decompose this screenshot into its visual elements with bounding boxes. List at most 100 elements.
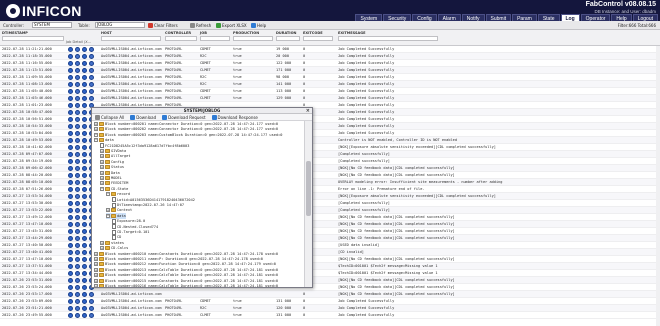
view-detail-icon[interactable]	[68, 82, 73, 87]
view-response-icon[interactable]	[82, 89, 87, 94]
table-scrollbar[interactable]	[656, 46, 660, 326]
view-response-icon[interactable]	[82, 61, 87, 66]
view-response-icon[interactable]	[82, 306, 87, 311]
download-row-icon[interactable]	[89, 47, 94, 52]
collapse-all-button[interactable]: Collapse All	[95, 114, 124, 120]
collapse-toggle-icon[interactable]: −	[106, 213, 110, 218]
table-row[interactable]: 2022-07-28 11:05:40.000 Au03VMLLIS004.ad.…	[0, 88, 660, 95]
view-request-icon[interactable]	[75, 152, 80, 157]
download-row-icon[interactable]	[89, 96, 94, 101]
table-row[interactable]: 2022-07-28 11:16:55.000 Au03VMLLIS004.ad.…	[0, 60, 660, 67]
expand-toggle-icon[interactable]: +	[100, 181, 104, 186]
filter-duration[interactable]	[276, 36, 300, 41]
view-response-icon[interactable]	[82, 222, 87, 227]
view-detail-icon[interactable]	[68, 103, 73, 108]
expand-toggle-icon[interactable]: +	[100, 170, 104, 175]
col-exitmessage[interactable]: EXITMESSAGE	[338, 31, 366, 35]
collapse-toggle-icon[interactable]: −	[106, 192, 110, 197]
view-detail-icon[interactable]	[68, 194, 73, 199]
download-row-icon[interactable]	[89, 306, 94, 311]
table-row[interactable]: 2022-07-28 11:21:21.000 Au03VMLLIS004.ad.…	[0, 46, 660, 53]
filter-job[interactable]	[200, 36, 230, 41]
controller-select[interactable]: SYSTEM	[32, 22, 72, 28]
view-response-icon[interactable]	[82, 124, 87, 129]
view-detail-icon[interactable]	[68, 292, 73, 297]
view-request-icon[interactable]	[75, 215, 80, 220]
filter-exitcode[interactable]	[303, 36, 333, 41]
popup-scroll-thumb[interactable]	[306, 161, 311, 216]
view-detail-icon[interactable]	[68, 313, 73, 318]
collapse-toggle-icon[interactable]: −	[100, 186, 104, 191]
view-detail-icon[interactable]	[68, 208, 73, 213]
view-detail-icon[interactable]	[68, 306, 73, 311]
view-detail-icon[interactable]	[68, 145, 73, 150]
view-detail-icon[interactable]	[68, 229, 73, 234]
collapse-toggle-icon[interactable]: −	[94, 138, 98, 143]
view-detail-icon[interactable]	[68, 285, 73, 290]
view-response-icon[interactable]	[82, 243, 87, 248]
view-request-icon[interactable]	[75, 306, 80, 311]
refresh-button[interactable]: Refresh	[190, 22, 211, 29]
view-request-icon[interactable]	[75, 145, 80, 150]
view-request-icon[interactable]	[75, 61, 80, 66]
view-response-icon[interactable]	[82, 299, 87, 304]
view-request-icon[interactable]	[75, 285, 80, 290]
view-response-icon[interactable]	[82, 138, 87, 143]
view-detail-icon[interactable]	[68, 271, 73, 276]
view-response-icon[interactable]	[82, 96, 87, 101]
view-response-icon[interactable]	[82, 257, 87, 262]
view-detail-icon[interactable]	[68, 110, 73, 115]
view-request-icon[interactable]	[75, 47, 80, 52]
download-row-icon[interactable]	[89, 68, 94, 73]
view-response-icon[interactable]	[82, 250, 87, 255]
download-row-icon[interactable]	[89, 89, 94, 94]
filter-exitmessage[interactable]	[338, 36, 438, 41]
view-response-icon[interactable]	[82, 173, 87, 178]
view-request-icon[interactable]	[75, 131, 80, 136]
view-response-icon[interactable]	[82, 236, 87, 241]
col-exitcode[interactable]: EXITCODE	[303, 31, 323, 35]
view-detail-icon[interactable]	[68, 166, 73, 171]
view-request-icon[interactable]	[75, 103, 80, 108]
view-request-icon[interactable]	[75, 110, 80, 115]
view-request-icon[interactable]	[75, 313, 80, 318]
view-request-icon[interactable]	[75, 89, 80, 94]
view-detail-icon[interactable]	[68, 215, 73, 220]
expand-toggle-icon[interactable]: +	[94, 122, 98, 126]
view-detail-icon[interactable]	[68, 75, 73, 80]
filter-dtimestamp[interactable]	[2, 36, 64, 41]
view-response-icon[interactable]	[82, 264, 87, 269]
expand-toggle-icon[interactable]: +	[100, 154, 104, 159]
view-request-icon[interactable]	[75, 68, 80, 73]
view-detail-icon[interactable]	[68, 257, 73, 262]
view-detail-icon[interactable]	[68, 138, 73, 143]
view-detail-icon[interactable]	[68, 278, 73, 283]
view-detail-icon[interactable]	[68, 54, 73, 59]
view-request-icon[interactable]	[75, 75, 80, 80]
download-request-button[interactable]: Download Request	[162, 114, 206, 120]
col-duration[interactable]: DURATION	[276, 31, 296, 35]
table-row[interactable]: 2022-07-26 23:49:55.000 Au03VMLLIS004.ad.…	[0, 312, 660, 319]
view-detail-icon[interactable]	[68, 131, 73, 136]
view-request-icon[interactable]	[75, 264, 80, 269]
view-request-icon[interactable]	[75, 117, 80, 122]
col-host[interactable]: HOST	[101, 31, 112, 35]
expand-toggle-icon[interactable]: +	[100, 246, 104, 251]
view-detail-icon[interactable]	[68, 180, 73, 185]
expand-toggle-icon[interactable]: +	[94, 284, 98, 287]
expand-toggle-icon[interactable]: +	[100, 159, 104, 164]
view-response-icon[interactable]	[82, 145, 87, 150]
tree-node[interactable]: − Block number=000203 name=CustomBlock Du…	[94, 132, 282, 138]
table-row[interactable]: 2022-07-28 11:13:51.000 Au03VMLLIS004.ad.…	[0, 67, 660, 74]
view-request-icon[interactable]	[75, 194, 80, 199]
view-response-icon[interactable]	[82, 313, 87, 318]
view-request-icon[interactable]	[75, 257, 80, 262]
view-request-icon[interactable]	[75, 236, 80, 241]
view-detail-icon[interactable]	[68, 159, 73, 164]
view-response-icon[interactable]	[82, 215, 87, 220]
view-request-icon[interactable]	[75, 187, 80, 192]
view-response-icon[interactable]	[82, 271, 87, 276]
view-detail-icon[interactable]	[68, 201, 73, 206]
download-row-icon[interactable]	[89, 313, 94, 318]
download-response-button[interactable]: Download Response	[211, 114, 258, 120]
